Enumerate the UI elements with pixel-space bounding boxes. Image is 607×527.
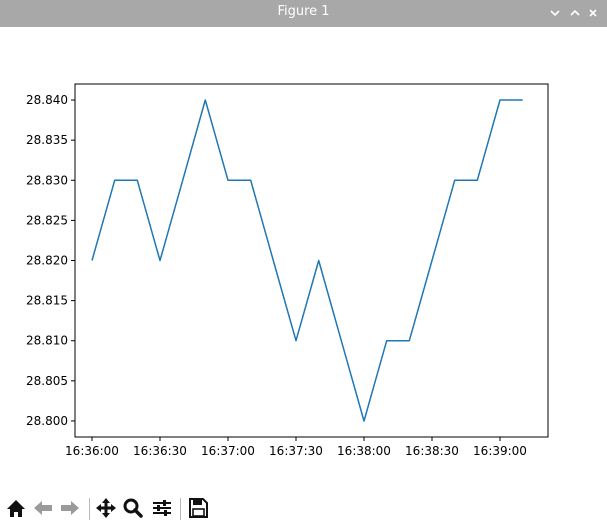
minimize-button[interactable]: [548, 5, 562, 21]
x-tick-label: 16:37:00: [201, 444, 255, 458]
y-tick-label: 28.805: [26, 374, 68, 388]
back-icon: [34, 501, 52, 515]
toolbar-separator: [89, 498, 90, 520]
y-tick-label: 28.800: [26, 414, 68, 428]
line-chart: 28.800 28.805 28.810 28.815 28.820 28.825 28.8…: [26, 83, 549, 458]
title-bar: Figure 1: [0, 0, 607, 27]
y-tick-label: 28.830: [26, 173, 68, 187]
configure-subplots-button[interactable]: [151, 495, 173, 521]
close-button[interactable]: [586, 5, 600, 21]
close-icon: [589, 9, 597, 17]
series-line: [91, 99, 523, 422]
zoom-icon: [123, 498, 143, 518]
forward-button[interactable]: [59, 495, 81, 521]
pan-button[interactable]: [95, 495, 117, 521]
y-tick-label: 28.840: [26, 93, 68, 107]
maximize-button[interactable]: [568, 5, 582, 21]
x-tick-label: 16:38:30: [405, 444, 459, 458]
y-tick-label: 28.810: [26, 334, 68, 348]
forward-icon: [61, 501, 79, 515]
y-tick-label: 28.815: [26, 294, 68, 308]
navigation-toolbar: [0, 495, 607, 523]
toolbar-separator: [180, 498, 181, 520]
chevron-down-icon: [550, 10, 560, 17]
pan-icon: [96, 498, 116, 518]
x-tick-label: 16:39:00: [473, 444, 527, 458]
x-tick-label: 16:36:00: [65, 444, 119, 458]
save-icon: [189, 498, 208, 518]
configure-subplots-icon: [153, 500, 171, 516]
y-tick-label: 28.835: [26, 133, 68, 147]
plot-frame: [74, 83, 549, 438]
y-tick-label: 28.820: [26, 254, 68, 268]
x-tick-label: 16:36:30: [133, 444, 187, 458]
figure-canvas[interactable]: 28.800 28.805 28.810 28.815 28.820 28.825 28.8…: [0, 27, 607, 487]
chevron-up-icon: [570, 9, 580, 16]
save-button[interactable]: [187, 495, 209, 521]
home-button[interactable]: [5, 495, 27, 521]
home-icon: [7, 500, 25, 517]
window-title: Figure 1: [277, 4, 330, 19]
zoom-button[interactable]: [122, 495, 144, 521]
x-tick-label: 16:38:00: [337, 444, 391, 458]
y-tick-label: 28.825: [26, 213, 68, 227]
x-tick-label: 16:37:30: [269, 444, 323, 458]
back-button[interactable]: [32, 495, 54, 521]
